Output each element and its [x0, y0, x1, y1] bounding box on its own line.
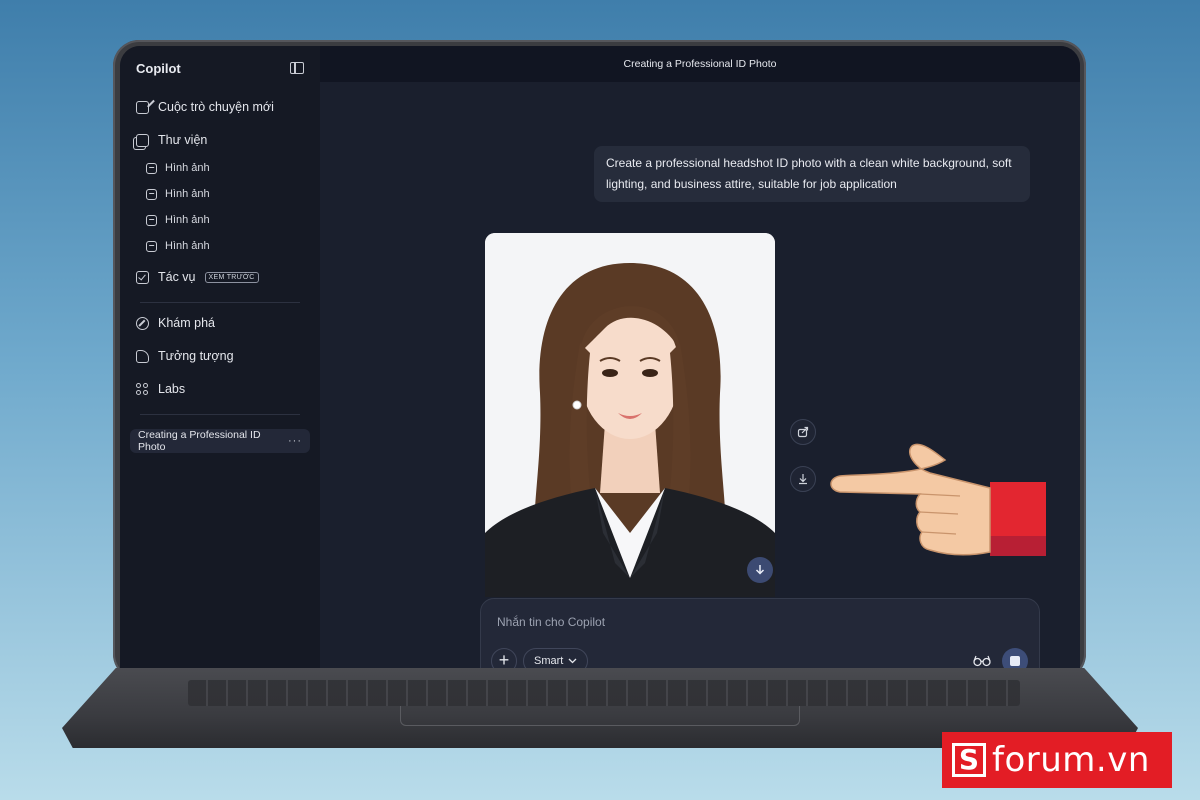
plus-icon: + — [498, 650, 510, 668]
sidebar-item-tasks[interactable]: Tác vụ XEM TRƯỚC — [130, 264, 310, 290]
sidebar-item-discover[interactable]: Khám phá — [130, 310, 310, 336]
sidebar-item-label: Cuộc trò chuyện mới — [158, 100, 274, 114]
sidebar-toggle-icon[interactable] — [290, 62, 304, 74]
message-input[interactable] — [497, 615, 897, 629]
share-button[interactable] — [790, 419, 816, 445]
sidebar-subitem-label: Hình ảnh — [165, 162, 210, 174]
sidebar: Copilot Cuộc trò chuyện mới Thư viện Hìn… — [120, 46, 320, 668]
user-message-bubble: Create a professional headshot ID photo … — [594, 146, 1030, 202]
library-icon — [136, 133, 149, 147]
sidebar-header: Copilot — [130, 60, 310, 76]
brand-logo: Copilot — [136, 60, 181, 76]
sidebar-item-label: Thư viện — [158, 133, 208, 147]
stop-icon — [1010, 656, 1020, 666]
share-icon — [797, 426, 809, 438]
chat-title-bar: Creating a Professional ID Photo — [320, 46, 1080, 82]
laptop-keyboard — [188, 680, 1020, 706]
conversation-title: Creating a Professional ID Photo — [138, 429, 261, 453]
download-icon — [799, 474, 807, 485]
chat-main: Creating a Professional ID Photo Create … — [320, 46, 1080, 668]
laptop-trackpad — [400, 706, 800, 726]
image-icon — [146, 188, 157, 200]
image-icon — [146, 214, 157, 226]
sidebar-divider — [140, 414, 300, 415]
sforum-logo: forum.vn — [942, 732, 1172, 788]
preview-badge: XEM TRƯỚC — [204, 271, 259, 283]
compass-icon — [136, 316, 149, 330]
mode-selector[interactable]: Smart — [523, 648, 589, 668]
labs-icon — [136, 382, 149, 396]
chevron-down-icon — [568, 658, 577, 664]
laptop-screen: Copilot Cuộc trò chuyện mới Thư viện Hìn… — [120, 46, 1080, 668]
sforum-logo-mark — [952, 743, 986, 777]
stop-button[interactable] — [1002, 648, 1028, 668]
sidebar-item-new-chat[interactable]: Cuộc trò chuyện mới — [130, 94, 310, 120]
download-icon — [755, 565, 765, 575]
generated-headshot-image[interactable] — [485, 233, 775, 597]
sidebar-subitem-label: Hình ảnh — [165, 240, 210, 252]
glasses-icon[interactable] — [973, 655, 991, 667]
sidebar-subitem-image-2[interactable]: Hình ảnh — [130, 183, 310, 205]
sidebar-item-label: Khám phá — [158, 316, 215, 330]
image-icon — [146, 162, 157, 174]
sidebar-item-label: Tác vụ — [158, 270, 196, 284]
imagine-icon — [136, 349, 149, 363]
sidebar-subitem-image-4[interactable]: Hình ảnh — [130, 235, 310, 257]
sidebar-subitem-label: Hình ảnh — [165, 188, 210, 200]
sidebar-item-library[interactable]: Thư viện — [130, 127, 310, 153]
checkbox-icon — [136, 270, 149, 284]
message-composer: + Smart — [480, 598, 1040, 668]
sidebar-subitem-image-1[interactable]: Hình ảnh — [130, 157, 310, 179]
image-icon — [146, 240, 157, 252]
sidebar-subitem-image-3[interactable]: Hình ảnh — [130, 209, 310, 231]
more-options-icon[interactable]: ··· — [288, 435, 302, 447]
image-download-button[interactable] — [747, 557, 773, 583]
sidebar-divider — [140, 302, 300, 303]
sidebar-item-label: Labs — [158, 382, 186, 396]
pointing-hand-icon — [830, 443, 1046, 556]
sforum-logo-text: forum.vn — [992, 740, 1150, 780]
sidebar-item-label: Tưởng tượng — [158, 349, 234, 363]
compose-icon — [136, 100, 149, 114]
add-attachment-button[interactable]: + — [491, 648, 517, 668]
sidebar-item-labs[interactable]: Labs — [130, 376, 310, 402]
download-button[interactable] — [790, 466, 816, 492]
conversation-item[interactable]: Creating a Professional ID Photo ··· — [130, 429, 310, 453]
page-title: Creating a Professional ID Photo — [623, 58, 777, 70]
sidebar-item-imagine[interactable]: Tưởng tượng — [130, 343, 310, 369]
mode-label: Smart — [534, 655, 564, 667]
sidebar-subitem-label: Hình ảnh — [165, 214, 210, 226]
